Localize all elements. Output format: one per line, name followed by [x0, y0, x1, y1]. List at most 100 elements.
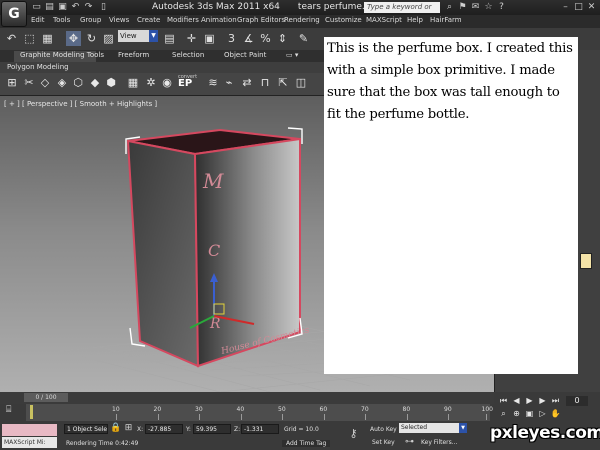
pan-view-icon[interactable]: ✋: [550, 409, 561, 419]
time-marker[interactable]: [30, 405, 33, 419]
snaps-toggle-icon[interactable]: 3: [224, 31, 239, 46]
extrude-icon[interactable]: ⇱: [276, 76, 290, 90]
menu-hairfarm[interactable]: HairFarm: [430, 16, 462, 24]
search-input[interactable]: Type a keyword or phrase: [364, 2, 440, 22]
undo-icon[interactable]: ↶: [70, 2, 81, 13]
x-coordinate-field[interactable]: -27.885: [145, 424, 183, 434]
field-of-view-icon[interactable]: ▷: [537, 409, 548, 419]
undo-tool-icon[interactable]: ↶: [4, 31, 19, 46]
select-region-icon[interactable]: ⬚: [22, 31, 37, 46]
maximize-icon[interactable]: □: [573, 2, 584, 13]
go-to-end-icon[interactable]: ⏭: [550, 396, 561, 406]
maxscript-listener-output[interactable]: [2, 424, 57, 436]
keyboard-shortcut-icon[interactable]: ▣: [202, 31, 217, 46]
angle-snap-icon[interactable]: ∡: [241, 31, 256, 46]
vertex-icon[interactable]: ◇: [38, 76, 52, 90]
tab-object-paint[interactable]: Object Paint: [224, 51, 266, 59]
swift-loop-icon[interactable]: ⊞: [5, 76, 19, 90]
edge-icon[interactable]: ◈: [55, 76, 69, 90]
menu-graph-editors[interactable]: Graph Editors: [237, 16, 285, 24]
select-and-manipulate-icon[interactable]: ✛: [184, 31, 199, 46]
track-bar[interactable]: [26, 404, 490, 421]
play-icon[interactable]: ▶: [524, 396, 535, 406]
set-key-filter-icon[interactable]: ⊶: [404, 437, 415, 448]
quickslice-icon[interactable]: ⌁: [222, 76, 236, 90]
lock-selection-icon[interactable]: 🔒: [110, 423, 121, 434]
flip-icon[interactable]: ⇄: [240, 76, 254, 90]
element-icon[interactable]: ⬢: [104, 76, 118, 90]
set-key-button[interactable]: Set Key: [372, 439, 395, 446]
y-coordinate-field[interactable]: 59.395: [193, 424, 231, 434]
z-coordinate-field[interactable]: -1.331: [241, 424, 279, 434]
edit-named-selection-icon[interactable]: ✎: [296, 31, 311, 46]
cut-icon[interactable]: ✂: [22, 76, 36, 90]
menu-help[interactable]: Help: [407, 16, 423, 24]
menu-edit[interactable]: Edit: [31, 16, 45, 24]
app-logo-icon[interactable]: G: [1, 1, 27, 27]
polygon-icon[interactable]: ◆: [88, 76, 102, 90]
chamfer-icon[interactable]: ✲: [144, 76, 158, 90]
project-folder-icon[interactable]: ▯: [98, 2, 109, 13]
spinner-snap-icon[interactable]: ⇕: [275, 31, 290, 46]
select-rotate-icon[interactable]: ↻: [84, 31, 99, 46]
polygon-modeling-panel[interactable]: Polygon Modeling: [7, 63, 69, 71]
menu-group[interactable]: Group: [80, 16, 101, 24]
open-file-icon[interactable]: ▤: [44, 2, 55, 13]
new-file-icon[interactable]: ▭: [31, 2, 42, 13]
tab-graphite-modeling-tools[interactable]: Graphite Modeling Tools: [20, 51, 104, 59]
help-icon[interactable]: ?: [496, 2, 507, 13]
zoom-all-icon[interactable]: ⊕: [511, 409, 522, 419]
meshsmooth-icon[interactable]: ◉: [160, 76, 174, 90]
auto-key-button[interactable]: Auto Key: [370, 426, 397, 433]
select-by-name-icon[interactable]: ▦: [40, 31, 55, 46]
menu-customize[interactable]: Customize: [325, 16, 362, 24]
communication-icon[interactable]: ✉: [470, 2, 481, 13]
menu-views[interactable]: Views: [109, 16, 129, 24]
select-move-icon[interactable]: ✥: [66, 31, 81, 46]
next-frame-icon[interactable]: ▶: [537, 396, 548, 406]
pivot-center-icon[interactable]: ▤: [162, 31, 177, 46]
object-color-swatch[interactable]: [580, 253, 592, 269]
maxscript-mini-listener[interactable]: MAXScript Mi:: [2, 437, 57, 448]
mini-curve-editor-icon[interactable]: ⌸: [6, 405, 11, 415]
key-mode-dropdown[interactable]: Selected ▼: [399, 423, 467, 433]
subscription-icon[interactable]: ⚑: [457, 2, 468, 13]
menu-create[interactable]: Create: [137, 16, 160, 24]
key-filters-button[interactable]: Key Filters...: [421, 439, 458, 446]
perfume-box[interactable]: M C R House of Cosmetics: [125, 127, 311, 368]
search-icon[interactable]: ⌕: [444, 2, 455, 13]
zoom-extents-icon[interactable]: ▣: [524, 409, 535, 419]
time-slider[interactable]: 0 / 100: [24, 393, 68, 402]
close-icon[interactable]: ✕: [586, 2, 597, 13]
tab-selection[interactable]: Selection: [172, 51, 204, 59]
key-icon[interactable]: ⚷: [348, 428, 359, 439]
minimize-icon[interactable]: –: [560, 2, 571, 13]
border-icon[interactable]: ⬡: [71, 76, 85, 90]
zoom-icon[interactable]: ⌕: [498, 409, 509, 419]
relax-icon[interactable]: ≋: [206, 76, 220, 90]
go-to-start-icon[interactable]: ⏮: [498, 396, 509, 406]
editable-poly-button[interactable]: EP: [178, 78, 192, 89]
menu-tools[interactable]: Tools: [53, 16, 70, 24]
add-time-tag-button[interactable]: Add Time Tag: [282, 440, 331, 447]
tab-freeform[interactable]: Freeform: [118, 51, 149, 59]
redo-icon[interactable]: ↷: [83, 2, 94, 13]
ribbon-options-icon[interactable]: ▭ ▾: [286, 51, 298, 59]
percent-snap-icon[interactable]: %: [258, 31, 273, 46]
timeline-tick-label: 40: [236, 406, 245, 413]
reference-coordinate-dropdown[interactable]: View ▼: [118, 30, 158, 42]
save-icon[interactable]: ▣: [57, 2, 68, 13]
bridge-icon[interactable]: ⊓: [258, 76, 272, 90]
menu-animation[interactable]: Animation: [201, 16, 237, 24]
select-scale-icon[interactable]: ▨: [101, 31, 116, 46]
viewport-label[interactable]: [ + ] [ Perspective ] [ Smooth + Highlig…: [4, 100, 157, 108]
absolute-mode-icon[interactable]: ⊞: [123, 423, 134, 434]
inset-icon[interactable]: ◫: [294, 76, 308, 90]
menu-maxscript[interactable]: MAXScript: [366, 16, 402, 24]
edit-poly-modifier-icon[interactable]: ▦: [126, 76, 140, 90]
previous-frame-icon[interactable]: ◀: [511, 396, 522, 406]
current-frame-field[interactable]: 0: [566, 396, 588, 406]
favorites-icon[interactable]: ☆: [483, 2, 494, 13]
menu-rendering[interactable]: Rendering: [284, 16, 320, 24]
menu-modifiers[interactable]: Modifiers: [167, 16, 199, 24]
